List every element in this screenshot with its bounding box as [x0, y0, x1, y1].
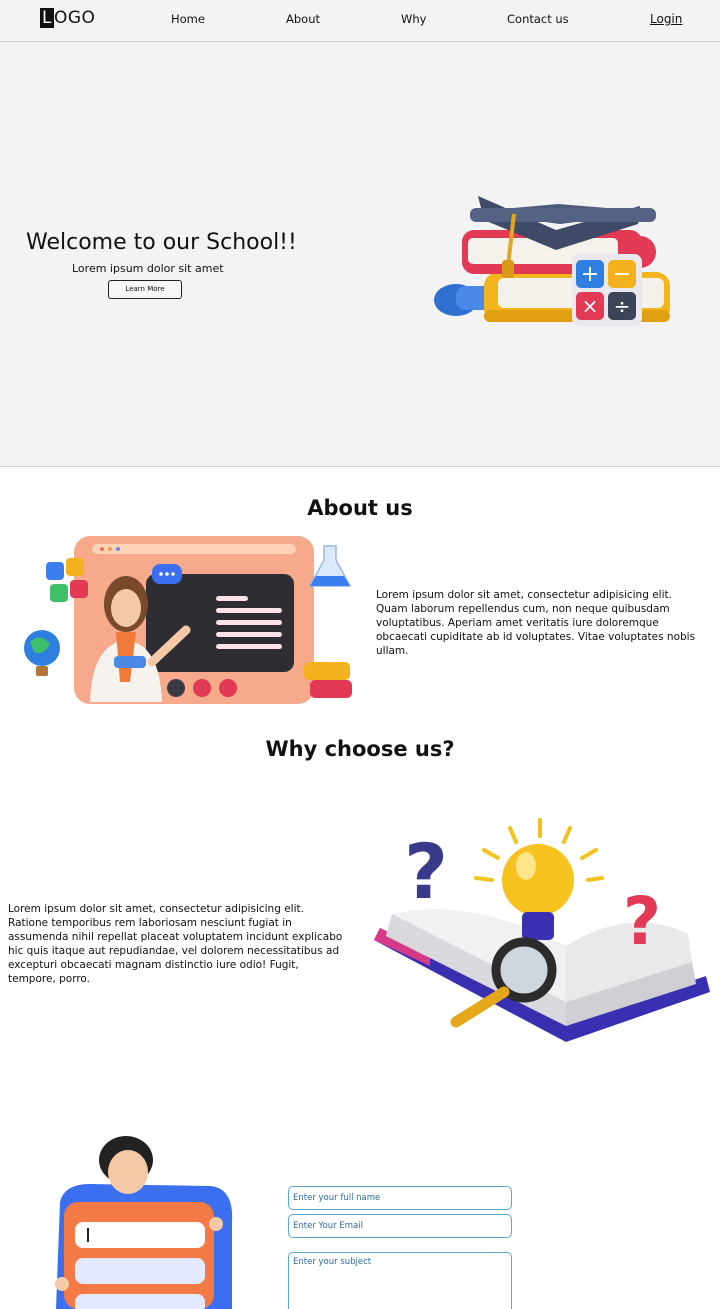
nav-link-about[interactable]: About — [286, 12, 320, 26]
hero-section: Welcome to our School!! Lorem ipsum dolo… — [0, 42, 720, 467]
logo-text: OGO — [53, 8, 96, 28]
form-field-illustration — [75, 1294, 205, 1309]
teacher-face — [111, 589, 141, 627]
email-input[interactable] — [288, 1214, 512, 1238]
logo[interactable]: L OGO — [40, 8, 95, 28]
svg-text:÷: ÷ — [614, 294, 631, 318]
person-form-illustration — [55, 1136, 233, 1309]
chat-dot — [171, 572, 175, 576]
board-line — [216, 644, 282, 649]
why-text: Lorem ipsum dolor sit amet, consectetur … — [8, 903, 343, 985]
cap-top — [470, 208, 656, 222]
form-field-illustration — [75, 1258, 205, 1284]
nav-link-why[interactable]: Why — [401, 12, 426, 26]
online-teacher-illustration — [24, 536, 352, 704]
book-stack-icon — [304, 662, 350, 680]
person-face — [108, 1150, 148, 1194]
form-board — [64, 1202, 214, 1309]
bulb-base — [522, 912, 554, 940]
question-mark-red-icon: ? — [623, 883, 661, 960]
lightbulb-icon — [502, 844, 574, 916]
cap-tassel-end — [502, 260, 514, 278]
mic-icon — [167, 679, 185, 697]
hero-title: Welcome to our School!! — [26, 230, 297, 255]
svg-text:×: × — [582, 294, 599, 318]
graduation-books-illustration: + − × ÷ — [434, 196, 670, 326]
svg-text:+: + — [581, 262, 599, 287]
logo-letter-box: L — [40, 8, 54, 28]
browser-dot — [100, 547, 104, 551]
bulb-highlight — [516, 852, 536, 880]
question-mark-blue-icon: ? — [404, 827, 448, 916]
nav-link-home[interactable]: Home — [171, 12, 205, 26]
form-field-illustration — [75, 1222, 205, 1248]
book-stack-lower — [310, 680, 352, 698]
board-line — [216, 596, 248, 601]
minus-tile-icon — [66, 558, 84, 576]
login-link[interactable]: Login — [650, 12, 682, 26]
camera-off-icon — [193, 679, 211, 697]
about-text: Lorem ipsum dolor sit amet, consectetur … — [376, 589, 696, 657]
browser-dot — [116, 547, 120, 551]
multiply-tile-icon — [50, 584, 68, 602]
browser-bar — [92, 544, 296, 554]
board-line — [216, 632, 282, 637]
learn-more-button[interactable]: Learn More — [108, 280, 182, 299]
person-hand — [209, 1217, 223, 1231]
navbar: L OGO Home About Why Contact us Login — [0, 0, 720, 42]
board-line — [216, 608, 282, 613]
person-hand — [55, 1277, 69, 1291]
book-lightbulb-illustration: ? ? — [374, 818, 710, 1042]
chat-dot — [165, 572, 169, 576]
hang-up-icon — [219, 679, 237, 697]
flask-liquid — [310, 576, 350, 586]
hero-subtitle: Lorem ipsum dolor sit amet — [72, 262, 224, 275]
teacher-book — [114, 656, 146, 668]
chat-dot — [159, 572, 163, 576]
plus-tile-icon — [46, 562, 64, 580]
divide-tile-icon — [70, 580, 88, 598]
svg-text:−: − — [613, 262, 631, 287]
about-title: About us — [307, 496, 413, 520]
nav-link-contact[interactable]: Contact us — [507, 12, 569, 26]
magnifier-handle — [450, 986, 510, 1028]
globe-stand — [36, 666, 48, 676]
subject-input[interactable] — [288, 1252, 512, 1309]
why-title: Why choose us? — [265, 737, 455, 761]
board-line — [216, 620, 282, 625]
browser-dot — [108, 547, 112, 551]
full-name-input[interactable] — [288, 1186, 512, 1210]
